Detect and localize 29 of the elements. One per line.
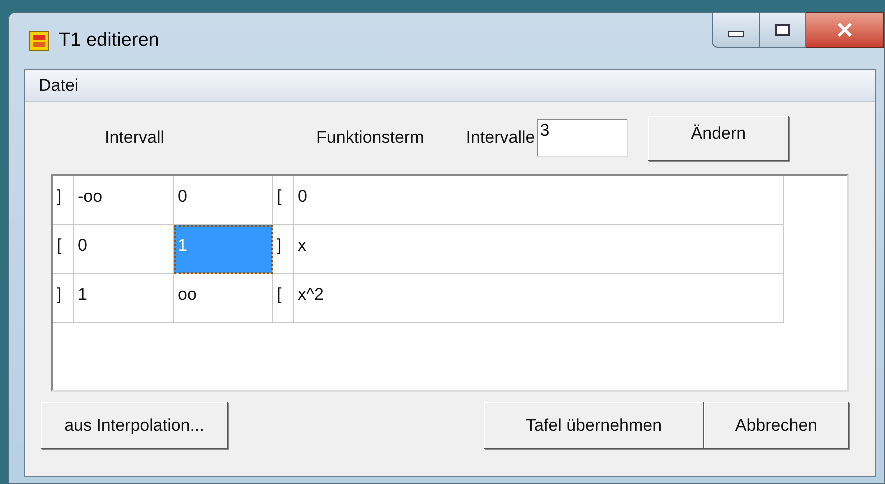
minimize-icon bbox=[728, 31, 744, 37]
table-cell[interactable]: [ bbox=[273, 274, 294, 323]
table-cell[interactable]: oo bbox=[174, 274, 273, 323]
close-icon bbox=[836, 23, 852, 37]
table-cell[interactable]: ] bbox=[53, 176, 74, 225]
table-cell[interactable]: ] bbox=[53, 274, 74, 323]
column-label: Intervall bbox=[105, 127, 165, 150]
cancel-button[interactable]: Abbrechen bbox=[704, 402, 849, 449]
maximize-icon bbox=[775, 24, 790, 36]
change-button[interactable]: Ändern bbox=[648, 116, 790, 160]
table-cell[interactable]: 1 bbox=[74, 274, 174, 323]
table-cell[interactable]: x^2 bbox=[294, 274, 784, 323]
apply-table-button[interactable]: Tafel übernehmen bbox=[484, 402, 704, 449]
interval-count-field[interactable]: 3 bbox=[537, 119, 628, 157]
window-title: T1 editieren bbox=[59, 29, 160, 53]
close-button[interactable] bbox=[806, 12, 884, 48]
table-cell[interactable]: -oo bbox=[74, 176, 174, 225]
menu-item[interactable]: Datei bbox=[39, 72, 79, 98]
table-cell[interactable]: ] bbox=[273, 225, 294, 274]
column-label: Funktionsterm bbox=[316, 127, 424, 150]
table-cell[interactable]: 0 bbox=[294, 176, 784, 225]
table-cell[interactable]: x bbox=[294, 225, 784, 274]
maximize-button[interactable] bbox=[760, 12, 806, 48]
table-cell[interactable]: [ bbox=[53, 225, 74, 274]
field-label: Intervalle bbox=[466, 127, 536, 150]
minimize-button[interactable] bbox=[712, 12, 760, 48]
table-cell[interactable]: [ bbox=[273, 176, 294, 225]
app-icon bbox=[29, 31, 49, 52]
interpolation-button[interactable]: aus Interpolation... bbox=[41, 402, 228, 449]
